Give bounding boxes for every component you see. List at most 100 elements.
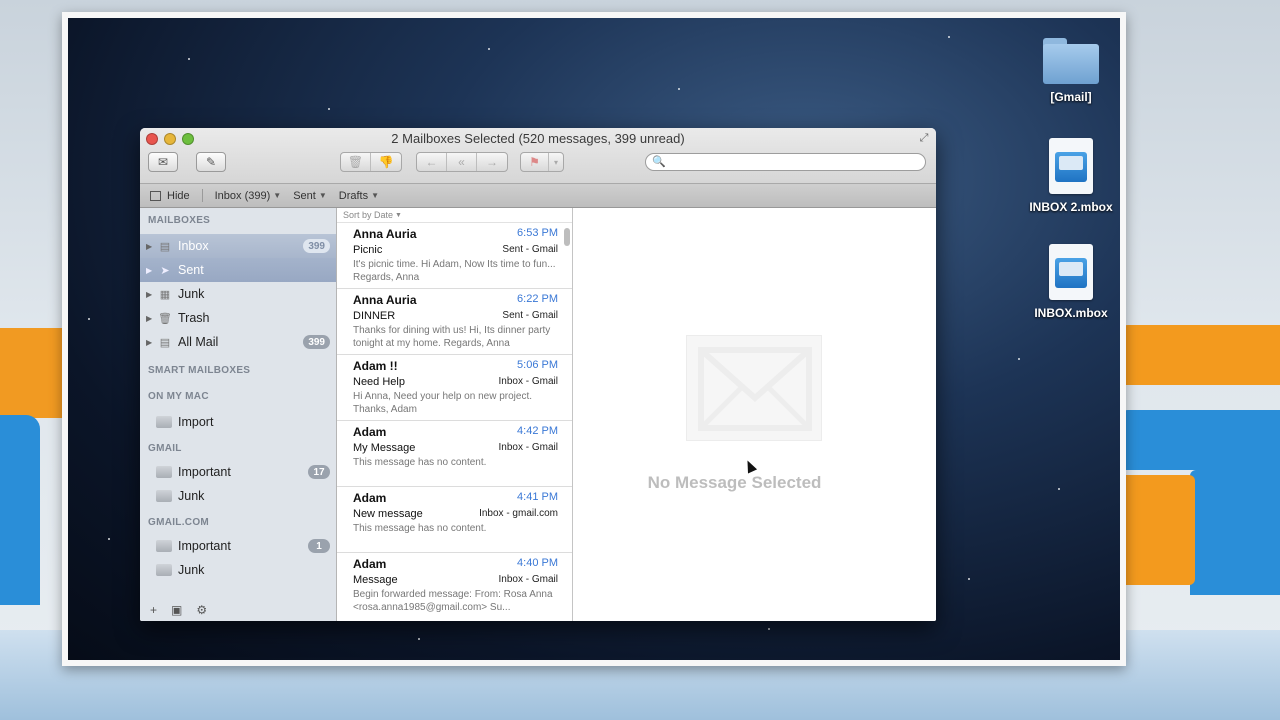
- desktop-icon-inbox-mbox[interactable]: INBOX.mbox: [1016, 244, 1120, 320]
- sidebar-item-label: Trash: [178, 311, 210, 325]
- search-icon: 🔍: [652, 156, 666, 168]
- background-sofa: [0, 415, 40, 605]
- star: [418, 638, 420, 640]
- show-activity-icon[interactable]: ▣: [171, 603, 182, 617]
- fullscreen-icon[interactable]: ⤢: [918, 132, 930, 144]
- chevron-down-icon[interactable]: ▾: [549, 153, 563, 171]
- forward-icon[interactable]: →: [477, 153, 507, 171]
- background-sofa: [1190, 470, 1280, 595]
- favorite-inbox[interactable]: Inbox (399) ▼: [215, 190, 282, 202]
- trash-icon: 🗑: [158, 312, 172, 325]
- message-row[interactable]: Anna Auria 6:22 PM DINNER Sent - Gmail Tha…: [337, 289, 572, 355]
- message-sender: Adam !!: [353, 359, 398, 373]
- message-time: 5:06 PM: [517, 359, 558, 371]
- chevron-down-icon: ▼: [273, 191, 282, 200]
- message-row[interactable]: Adam !! 5:06 PM Need Help Inbox - Gmail Hi…: [337, 355, 572, 421]
- sidebar-toggle-icon: [150, 190, 161, 201]
- message-sender: Anna Auria: [353, 227, 417, 241]
- favorite-drafts[interactable]: Drafts ▼: [339, 190, 379, 202]
- disclosure-triangle-icon[interactable]: ▶: [146, 338, 156, 347]
- desktop-icon-label: INBOX.mbox: [1034, 306, 1108, 320]
- hide-label: Hide: [167, 189, 190, 202]
- message-sender: Adam: [353, 491, 387, 505]
- disclosure-triangle-icon[interactable]: ▶: [146, 314, 156, 323]
- sidebar-item-all-mail[interactable]: ▶ ▤ All Mail 399: [140, 330, 336, 354]
- mail-window: 2 Mailboxes Selected (520 messages, 399 …: [140, 128, 936, 621]
- sidebar-item-junk[interactable]: ▶ ▦ Junk: [140, 282, 336, 306]
- message-mailbox: Inbox - Gmail: [498, 574, 558, 585]
- sidebar-item-import[interactable]: Import: [140, 410, 336, 434]
- sidebar-header-on-my-mac: ON MY MAC: [148, 391, 209, 402]
- mbox-icon: [1049, 138, 1093, 194]
- disclosure-triangle-icon[interactable]: ▶: [146, 266, 156, 275]
- get-mail-button[interactable]: ✉: [148, 152, 178, 172]
- desktop-icon-inbox2-mbox[interactable]: INBOX 2.mbox: [1016, 138, 1120, 214]
- sort-label: Sort by Date: [343, 210, 394, 220]
- hide-mailboxes-button[interactable]: Hide: [150, 190, 190, 202]
- mouse-cursor-icon: [742, 458, 758, 474]
- message-row[interactable]: Adam 4:42 PM My Message Inbox - Gmail This…: [337, 421, 572, 487]
- star: [488, 48, 490, 50]
- window-title: 2 Mailboxes Selected (520 messages, 399 …: [391, 131, 685, 146]
- sidebar-header-mailboxes: MAILBOXES: [148, 215, 211, 226]
- reply-all-icon[interactable]: «: [447, 153, 477, 171]
- flag-group: ⚑ ▾: [520, 152, 564, 172]
- sidebar-item-gmailcom-junk[interactable]: Junk: [140, 558, 336, 582]
- message-time: 4:41 PM: [517, 491, 558, 503]
- flag-icon[interactable]: ⚑: [521, 153, 549, 171]
- sidebar-header-gmail-com: GMAIL.COM: [148, 517, 210, 528]
- star: [968, 578, 970, 580]
- reply-icon[interactable]: ←: [417, 153, 447, 171]
- message-time: 6:22 PM: [517, 293, 558, 305]
- sidebar-header-gmail: GMAIL: [148, 443, 182, 454]
- disclosure-triangle-icon[interactable]: ▶: [146, 290, 156, 299]
- favorite-drafts-label: Drafts: [338, 189, 369, 202]
- sidebar-item-label: Junk: [178, 489, 205, 503]
- message-sender: Adam: [353, 425, 387, 439]
- archive-icon: ▤: [159, 336, 171, 349]
- message-row[interactable]: Anna Auria 6:53 PM Picnic Sent - Gmail It'…: [337, 223, 572, 289]
- background-sofa: [1120, 475, 1195, 585]
- monitor-frame: [Gmail] INBOX 2.mbox INBOX.mbox 2 Mailbo…: [62, 12, 1126, 666]
- sidebar-item-label: Important: [178, 539, 231, 553]
- message-mailbox: Inbox - Gmail: [498, 376, 558, 387]
- star: [108, 538, 110, 540]
- message-preview: Thanks for dining with us! Hi, Its dinne…: [353, 325, 551, 349]
- sidebar-item-label: Junk: [178, 287, 205, 301]
- sidebar-item-gmail-important[interactable]: Important 17: [140, 460, 336, 484]
- gear-icon[interactable]: ⚙: [196, 603, 207, 617]
- message-subject: Need Help: [353, 376, 405, 388]
- titlebar: 2 Mailboxes Selected (520 messages, 399 …: [140, 128, 936, 184]
- delete-junk-group: 🗑 👎: [340, 152, 402, 172]
- sidebar-item-inbox[interactable]: ▶ ▤ Inbox 399: [140, 234, 336, 258]
- trash-icon[interactable]: 🗑: [341, 153, 371, 171]
- disclosure-triangle-icon[interactable]: ▶: [146, 242, 156, 251]
- star: [88, 318, 90, 320]
- unread-badge: 17: [308, 465, 330, 479]
- envelope-icon: ✉: [157, 155, 169, 169]
- desktop-icon-gmail[interactable]: [Gmail]: [1016, 38, 1120, 104]
- message-preview: It's picnic time. Hi Adam, Now Its time …: [353, 259, 556, 283]
- compose-button[interactable]: ✎: [196, 152, 226, 172]
- message-mailbox: Sent - Gmail: [502, 244, 558, 255]
- search-input[interactable]: [666, 155, 916, 169]
- thumbs-down-icon[interactable]: 👎: [371, 153, 401, 171]
- add-mailbox-button[interactable]: +: [150, 603, 157, 617]
- message-time: 6:53 PM: [517, 227, 558, 239]
- sidebar-item-sent[interactable]: ▶ ➤ Sent: [140, 258, 336, 282]
- message-sender: Anna Auria: [353, 293, 417, 307]
- sidebar-item-label: Important: [178, 465, 231, 479]
- sort-control[interactable]: Sort by Date ▼: [337, 208, 572, 223]
- message-row[interactable]: Adam 4:41 PM New message Inbox - gmail.com…: [337, 487, 572, 553]
- sidebar-item-trash[interactable]: ▶ 🗑 Trash: [140, 306, 336, 330]
- message-row[interactable]: Adam 4:40 PM Message Inbox - Gmail Begin f…: [337, 553, 572, 619]
- star: [1018, 358, 1020, 360]
- message-viewer: No Message Selected: [573, 208, 936, 621]
- sidebar-item-gmailcom-important[interactable]: Important 1: [140, 534, 336, 558]
- desktop: [Gmail] INBOX 2.mbox INBOX.mbox 2 Mailbo…: [68, 18, 1120, 660]
- sidebar-item-gmail-junk[interactable]: Junk: [140, 484, 336, 508]
- favorite-sent[interactable]: Sent ▼: [293, 190, 327, 202]
- search-field[interactable]: 🔍: [645, 153, 926, 171]
- favorites-bar: Hide Inbox (399) ▼ Sent ▼ Drafts ▼: [140, 184, 936, 208]
- sidebar: MAILBOXES ▶ ▤ Inbox 399 ▶ ➤ Sent ▶ ▦ Jun…: [140, 208, 337, 621]
